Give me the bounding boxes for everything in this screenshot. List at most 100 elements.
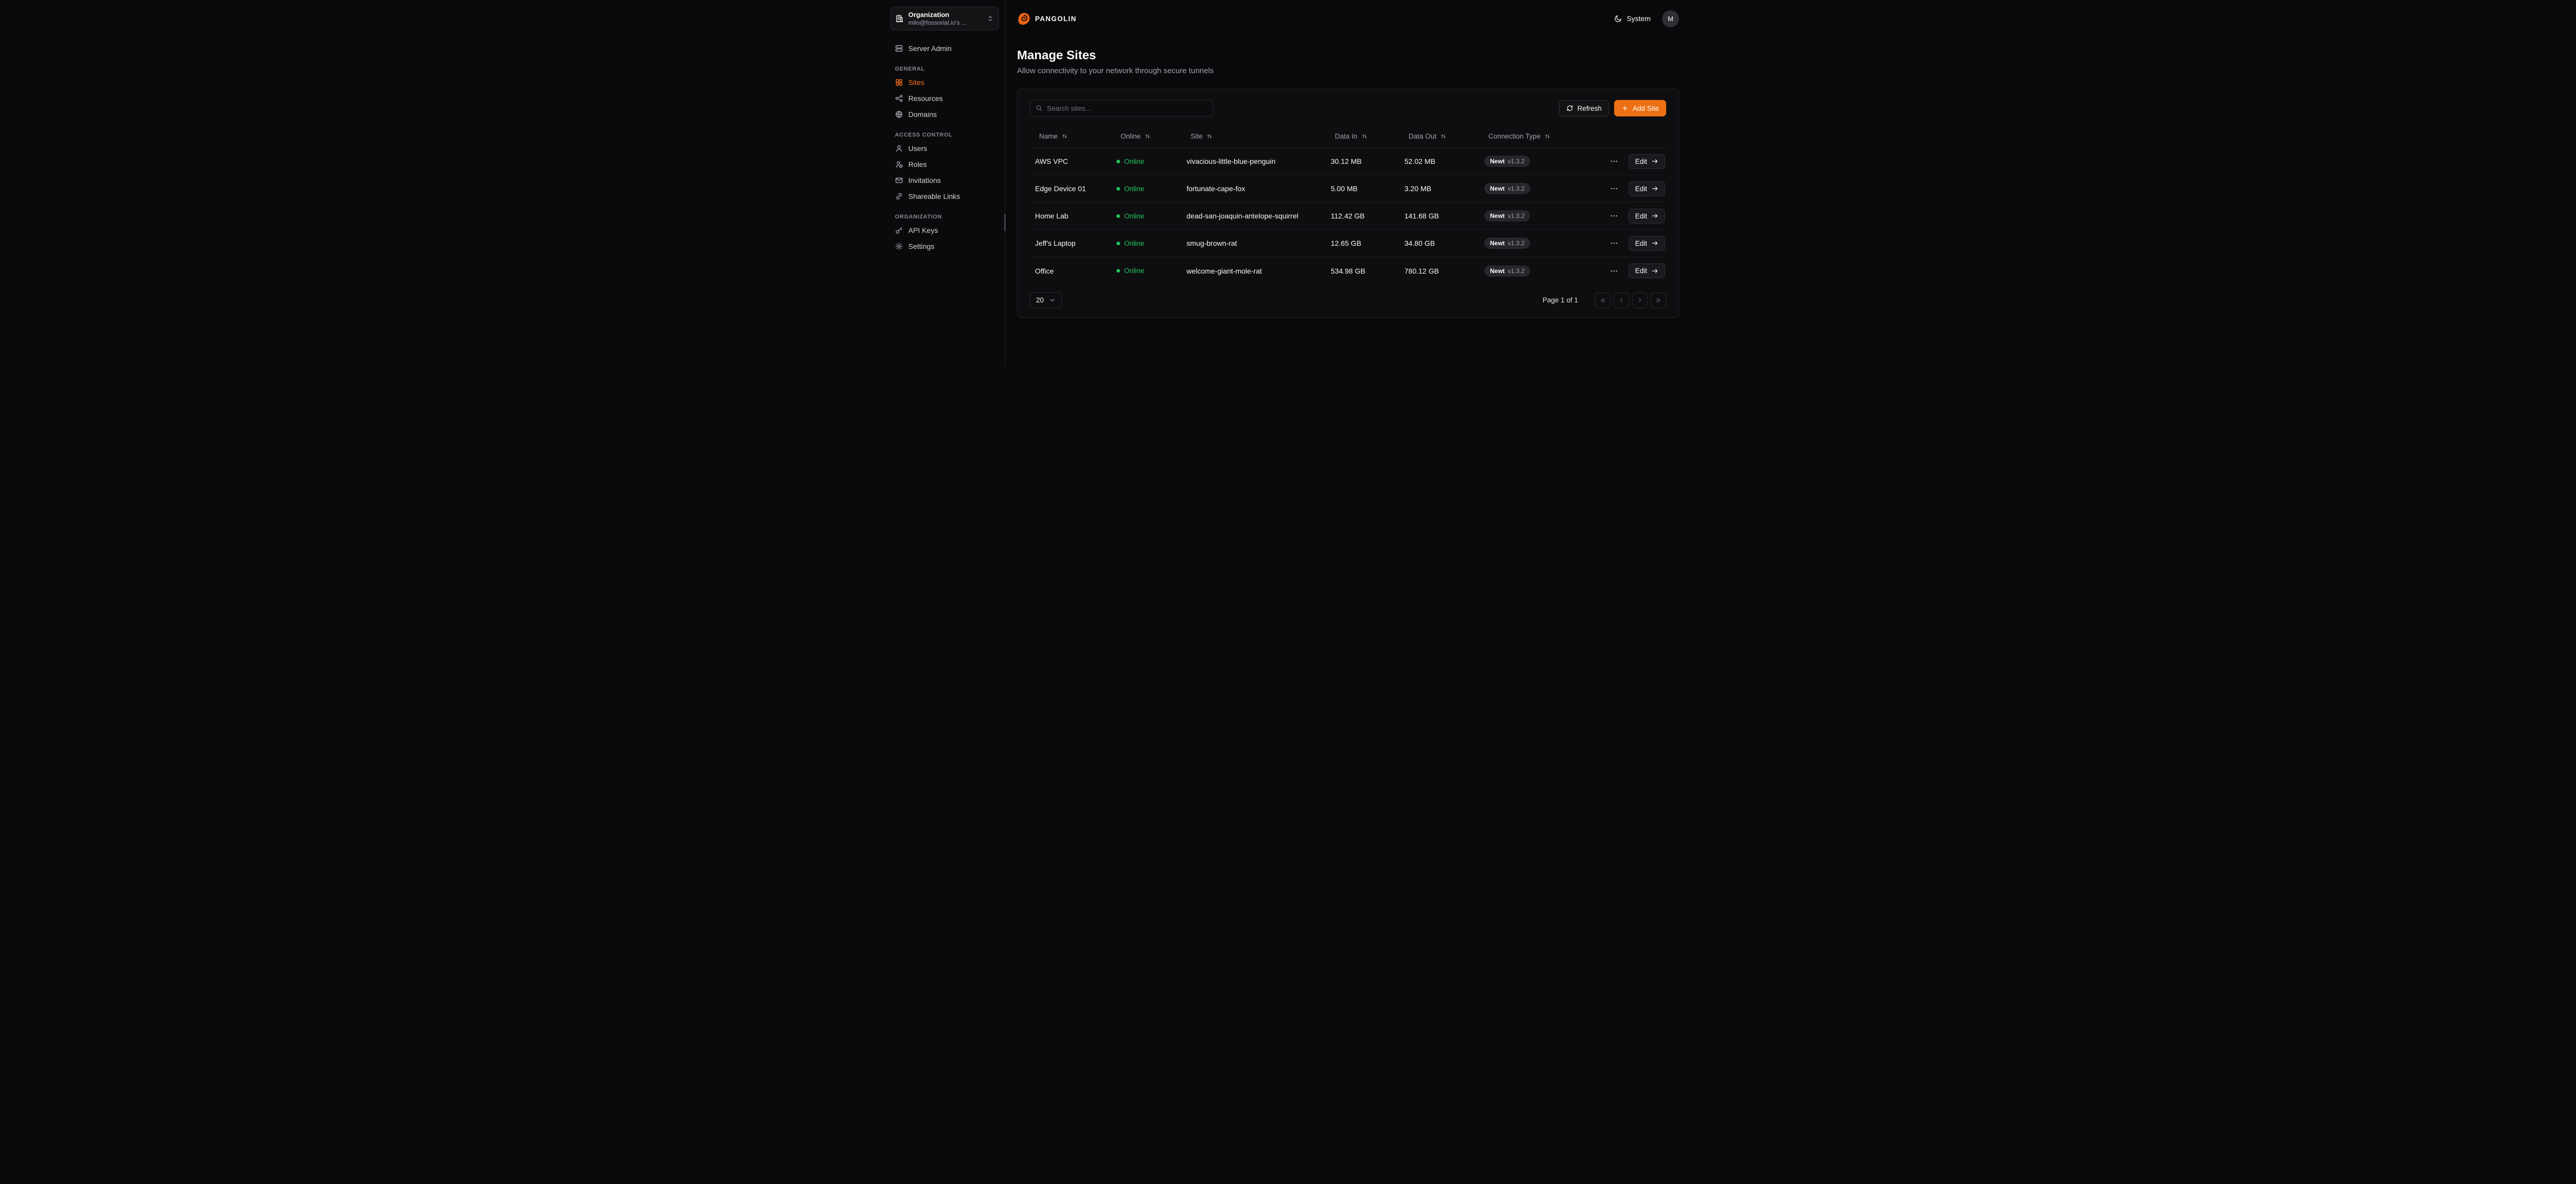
chevrons-up-down-icon [987, 15, 994, 22]
sidebar-item-settings[interactable]: Settings [890, 239, 999, 254]
table-row: OfficeOnlinewelcome-giant-mole-rat534.98… [1030, 257, 1666, 284]
arrow-right-icon [1651, 212, 1658, 219]
sidebar-item-server-admin[interactable]: Server Admin [890, 41, 999, 56]
site-id: welcome-giant-mole-rat [1181, 267, 1326, 275]
column-header-online[interactable]: Online [1111, 132, 1181, 140]
pagination: Page 1 of 1 [1543, 293, 1666, 308]
ellipsis-icon [1610, 212, 1618, 220]
refresh-label: Refresh [1578, 105, 1602, 112]
sidebar-section-label: ORGANIZATION [895, 214, 994, 220]
site-name: Office [1030, 267, 1111, 275]
sidebar-item-roles[interactable]: Roles [890, 157, 999, 172]
status-dot-icon [1116, 187, 1120, 191]
brand-logo[interactable]: PANGOLIN [1017, 12, 1077, 26]
page-subtitle: Allow connectivity to your network throu… [1017, 66, 1679, 75]
sidebar-item-label: Shareable Links [908, 192, 960, 200]
sidebar-scrollbar[interactable] [1004, 214, 1006, 231]
table-toolbar: Refresh Add Site [1030, 100, 1666, 116]
edit-button[interactable]: Edit [1629, 209, 1665, 224]
site-name: AWS VPC [1030, 157, 1111, 165]
theme-toggle-label: System [1626, 14, 1651, 23]
online-status: Online [1111, 158, 1181, 165]
data-in-value: 30.12 MB [1326, 157, 1399, 165]
data-out-value: 141.68 GB [1399, 212, 1479, 220]
row-menu-button[interactable] [1608, 265, 1620, 277]
column-header-name[interactable]: Name [1030, 132, 1111, 140]
connection-type-badge: Newtv1.3.2 [1484, 265, 1530, 277]
sidebar-item-users[interactable]: Users [890, 141, 999, 156]
column-header-site[interactable]: Site [1181, 132, 1326, 140]
next-page-button[interactable] [1632, 293, 1648, 308]
organization-selector-text: Organization milo@fossorial.io's ... [908, 11, 982, 26]
online-status: Online [1111, 240, 1181, 247]
row-menu-button[interactable] [1608, 238, 1620, 249]
organization-selector-subtitle: milo@fossorial.io's ... [908, 19, 982, 26]
add-site-button[interactable]: Add Site [1614, 100, 1666, 116]
column-header-data-out[interactable]: Data Out [1399, 132, 1479, 140]
first-page-button[interactable] [1595, 293, 1611, 308]
row-menu-button[interactable] [1608, 156, 1620, 167]
chevrons-left-icon [1599, 297, 1606, 304]
edit-button[interactable]: Edit [1629, 263, 1665, 278]
column-header-label: Site [1191, 132, 1202, 140]
column-header-label: Connection Type [1488, 132, 1540, 140]
chevrons-right-icon [1655, 297, 1662, 304]
edit-button[interactable]: Edit [1629, 236, 1665, 251]
connection-type-badge: Newtv1.3.2 [1484, 183, 1530, 194]
sidebar-item-label: Settings [908, 242, 935, 250]
sidebar-item-sites[interactable]: Sites [890, 75, 999, 90]
online-status: Online [1111, 212, 1181, 220]
column-header-data-in[interactable]: Data In [1326, 132, 1399, 140]
edit-label: Edit [1635, 158, 1647, 165]
sites-table: NameOnlineSiteData InData OutConnection … [1030, 125, 1666, 284]
search-icon [1036, 105, 1043, 112]
resources-icon [895, 94, 903, 103]
sidebar-item-resources[interactable]: Resources [890, 91, 999, 106]
theme-toggle-button[interactable]: System [1614, 14, 1651, 23]
toolbar-actions: Refresh Add Site [1559, 100, 1666, 116]
site-id: vivacious-little-blue-penguin [1181, 157, 1326, 165]
connection-client: Newt [1490, 185, 1505, 192]
sidebar-item-api-keys[interactable]: API Keys [890, 223, 999, 238]
page-title: Manage Sites [1017, 48, 1679, 63]
sidebar-item-label: Invitations [908, 176, 941, 184]
data-out-value: 52.02 MB [1399, 157, 1479, 165]
status-label: Online [1124, 212, 1144, 220]
connection-version: v1.3.2 [1508, 158, 1525, 165]
top-bar: PANGOLIN System M [1006, 0, 1692, 37]
status-label: Online [1124, 158, 1144, 165]
sidebar-item-label: Server Admin [908, 44, 952, 53]
site-id: dead-san-joaquin-antelope-squirrel [1181, 212, 1326, 220]
status-dot-icon [1116, 214, 1120, 218]
page-size-value: 20 [1036, 296, 1044, 304]
user-avatar[interactable]: M [1662, 10, 1679, 27]
building-icon [895, 14, 904, 23]
table-row: Edge Device 01Onlinefortunate-cape-fox5.… [1030, 175, 1666, 202]
arrow-right-icon [1651, 185, 1658, 192]
row-menu-button[interactable] [1608, 210, 1620, 222]
page-size-select[interactable]: 20 [1030, 292, 1062, 308]
server-icon [895, 44, 903, 53]
connection-type-badge: Newtv1.3.2 [1484, 156, 1530, 167]
column-header-label: Data In [1335, 132, 1358, 140]
refresh-button[interactable]: Refresh [1559, 100, 1609, 116]
sidebar-item-domains[interactable]: Domains [890, 107, 999, 122]
previous-page-button[interactable] [1614, 293, 1629, 308]
site-name: Jeff's Laptop [1030, 239, 1111, 247]
column-header-connection-type[interactable]: Connection Type [1479, 132, 1597, 140]
sort-icon [1361, 133, 1368, 140]
app-window: Organization milo@fossorial.io's ... Ser… [884, 0, 1692, 366]
sidebar-item-invitations[interactable]: Invitations [890, 173, 999, 188]
connection-type-badge: Newtv1.3.2 [1484, 238, 1530, 249]
online-status: Online [1111, 185, 1181, 193]
sidebar-item-shareable-links[interactable]: Shareable Links [890, 189, 999, 204]
edit-button[interactable]: Edit [1629, 181, 1665, 196]
sidebar-item-label: Resources [908, 94, 943, 103]
row-menu-button[interactable] [1608, 183, 1620, 194]
connection-client: Newt [1490, 267, 1505, 275]
organization-selector[interactable]: Organization milo@fossorial.io's ... [890, 7, 999, 30]
search-input[interactable] [1047, 105, 1208, 112]
edit-button[interactable]: Edit [1629, 154, 1665, 169]
last-page-button[interactable] [1651, 293, 1666, 308]
mail-icon [895, 176, 903, 184]
